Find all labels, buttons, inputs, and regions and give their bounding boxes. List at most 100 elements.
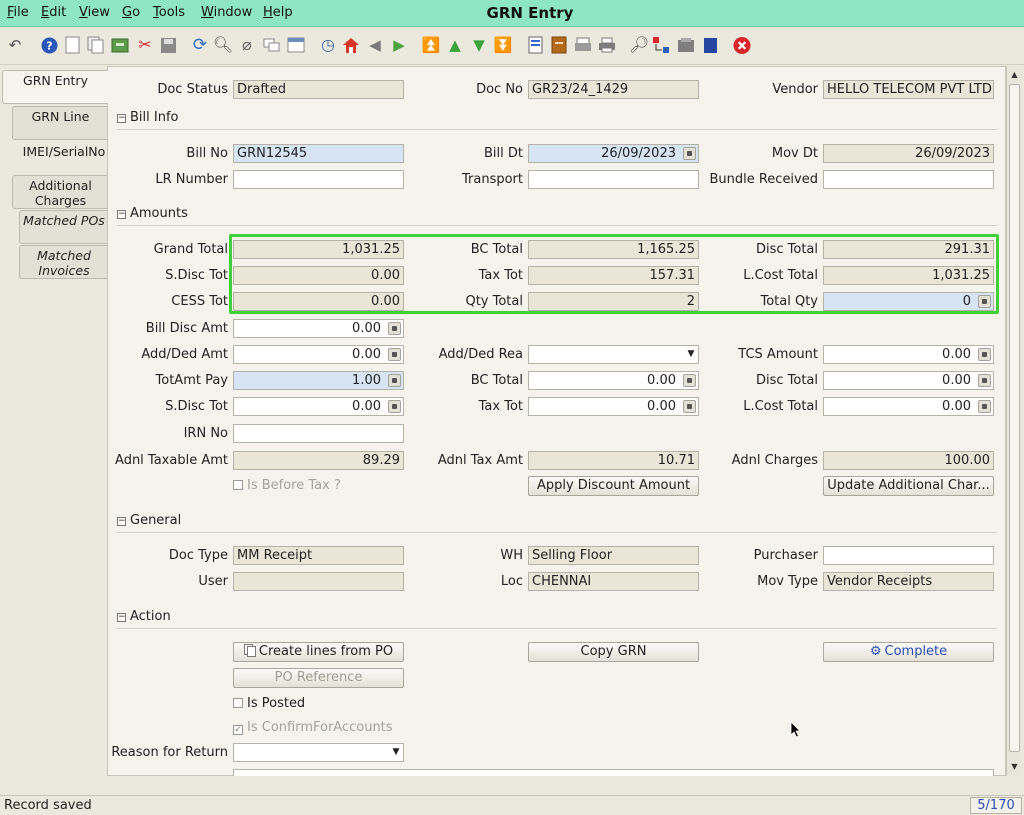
- last-record-icon[interactable]: ⏬: [494, 36, 513, 54]
- cess-tot-field[interactable]: 0.00: [233, 292, 404, 311]
- add-ded-rea-select[interactable]: ▼: [528, 345, 699, 364]
- checkbox-box[interactable]: [233, 698, 243, 708]
- create-lines-from-po-button[interactable]: Create lines from PO: [233, 642, 404, 662]
- reason-return-select[interactable]: ▼: [233, 743, 404, 762]
- history-icon[interactable]: ◷: [319, 36, 337, 54]
- calculator-icon[interactable]: [978, 374, 991, 387]
- product-info-icon[interactable]: [677, 36, 695, 54]
- workflow-icon[interactable]: [652, 36, 670, 54]
- tab-additional-charges[interactable]: Additional Charges: [12, 175, 108, 209]
- disc-total2-field[interactable]: 0.00: [823, 371, 994, 390]
- mov-type-field[interactable]: Vendor Receipts: [823, 572, 994, 591]
- is-posted-checkbox[interactable]: Is Posted: [233, 696, 305, 712]
- back-icon[interactable]: ◀: [366, 36, 384, 54]
- archived-reports-icon[interactable]: [550, 36, 568, 54]
- copy-record-icon[interactable]: [87, 36, 105, 54]
- collapse-icon[interactable]: −: [117, 210, 126, 219]
- transport-field[interactable]: [528, 170, 699, 189]
- form-scrollbar[interactable]: ▲ ▼: [1006, 66, 1022, 776]
- doc-no-field[interactable]: GR23/24_1429: [528, 80, 699, 99]
- first-record-icon[interactable]: ⏫: [422, 36, 441, 54]
- section-bill-info[interactable]: − Bill Info: [117, 110, 179, 125]
- checkbox-box[interactable]: [233, 480, 243, 490]
- scroll-down-icon[interactable]: ▼: [1008, 760, 1021, 773]
- bundle-received-field[interactable]: [823, 170, 994, 189]
- help-icon[interactable]: ?: [40, 36, 58, 54]
- report-icon[interactable]: [526, 36, 544, 54]
- update-additional-charges-button[interactable]: Update Additional Char...: [823, 476, 994, 496]
- adnl-taxable-amt-field[interactable]: 89.29: [233, 451, 404, 470]
- chevron-down-icon[interactable]: ▼: [389, 744, 403, 761]
- collapse-icon[interactable]: −: [117, 517, 126, 526]
- complete-button[interactable]: ⚙ Complete: [823, 642, 994, 662]
- calculator-icon[interactable]: [388, 400, 401, 413]
- calculator-icon[interactable]: [978, 295, 991, 308]
- vendor-field[interactable]: HELLO TELECOM PVT LTD: [823, 80, 994, 99]
- scroll-thumb[interactable]: [1009, 84, 1020, 752]
- s-disc-tot-field[interactable]: 0.00: [233, 266, 404, 285]
- bc-total-field[interactable]: 1,165.25: [528, 240, 699, 259]
- exit-icon[interactable]: [733, 36, 751, 54]
- bill-disc-amt-field[interactable]: 0.00: [233, 319, 404, 338]
- wh-field[interactable]: Selling Floor: [528, 546, 699, 565]
- totamt-pay-field[interactable]: 1.00: [233, 371, 404, 390]
- chat-icon[interactable]: [262, 36, 280, 54]
- total-qty-field[interactable]: 0: [823, 292, 994, 311]
- grand-total-field[interactable]: 1,031.25: [233, 240, 404, 259]
- home-icon[interactable]: [342, 36, 360, 54]
- is-confirm-for-accounts-checkbox[interactable]: ✓ Is ConfirmForAccounts: [233, 720, 393, 736]
- record-counter[interactable]: 5/170: [970, 797, 1022, 814]
- adnl-tax-amt-field[interactable]: 10.71: [528, 451, 699, 470]
- new-record-icon[interactable]: [64, 36, 82, 54]
- bill-no-field[interactable]: GRN12545: [233, 144, 404, 163]
- purchaser-field[interactable]: [823, 546, 994, 565]
- calculator-icon[interactable]: [683, 374, 696, 387]
- tab-imei-serialno[interactable]: IMEI/SerialNo: [19, 141, 108, 175]
- loc-field[interactable]: CHENNAI: [528, 572, 699, 591]
- calculator-icon[interactable]: [388, 348, 401, 361]
- doc-type-field[interactable]: MM Receipt: [233, 546, 404, 565]
- forward-icon[interactable]: ▶: [390, 36, 408, 54]
- tab-matched-invoices[interactable]: Matched Invoices: [19, 245, 108, 279]
- l-cost-total-field[interactable]: 1,031.25: [823, 266, 994, 285]
- refresh-icon[interactable]: ⟳: [191, 36, 209, 54]
- request-icon[interactable]: [701, 36, 719, 54]
- adnl-charges-field[interactable]: 100.00: [823, 451, 994, 470]
- print-icon[interactable]: [598, 36, 616, 54]
- collapse-icon[interactable]: −: [117, 114, 126, 123]
- l-cost-total2-field[interactable]: 0.00: [823, 397, 994, 416]
- attachment-icon[interactable]: ⌀: [238, 36, 256, 54]
- find-icon[interactable]: 🔍︎: [213, 36, 233, 54]
- section-amounts[interactable]: − Amounts: [117, 206, 188, 221]
- print-preview-icon[interactable]: [574, 36, 592, 54]
- tax-tot-field[interactable]: 157.31: [528, 266, 699, 285]
- apply-discount-button[interactable]: Apply Discount Amount: [528, 476, 699, 496]
- lr-number-field[interactable]: [233, 170, 404, 189]
- check-icon[interactable]: ✓: [233, 725, 243, 735]
- description-field-partial[interactable]: [233, 769, 994, 776]
- copy-grn-button[interactable]: Copy GRN: [528, 642, 699, 662]
- collapse-icon[interactable]: −: [117, 613, 126, 622]
- bill-dt-field[interactable]: 26/09/2023: [528, 144, 699, 163]
- scroll-up-icon[interactable]: ▲: [1008, 68, 1021, 81]
- calculator-icon[interactable]: [978, 400, 991, 413]
- chevron-down-icon[interactable]: ▼: [684, 346, 698, 363]
- doc-status-field[interactable]: Drafted: [233, 80, 404, 99]
- qty-total-field[interactable]: 2: [528, 292, 699, 311]
- bc-total2-field[interactable]: 0.00: [528, 371, 699, 390]
- previous-record-icon[interactable]: ▲: [446, 36, 464, 54]
- tab-grn-line[interactable]: GRN Line: [12, 106, 108, 140]
- archive-icon[interactable]: [111, 36, 129, 54]
- tab-matched-pos[interactable]: Matched POs: [19, 210, 108, 244]
- delete-icon[interactable]: ✂: [136, 36, 154, 54]
- irn-no-field[interactable]: [233, 424, 404, 443]
- is-before-tax-checkbox[interactable]: Is Before Tax ?: [233, 478, 341, 494]
- tcs-amount-field[interactable]: 0.00: [823, 345, 994, 364]
- calculator-icon[interactable]: [683, 400, 696, 413]
- section-action[interactable]: − Action: [117, 609, 171, 624]
- section-general[interactable]: − General: [117, 513, 181, 528]
- undo-icon[interactable]: ↶: [6, 36, 24, 54]
- disc-total-field[interactable]: 291.31: [823, 240, 994, 259]
- calculator-icon[interactable]: [388, 374, 401, 387]
- tab-grn-entry[interactable]: GRN Entry: [2, 70, 108, 104]
